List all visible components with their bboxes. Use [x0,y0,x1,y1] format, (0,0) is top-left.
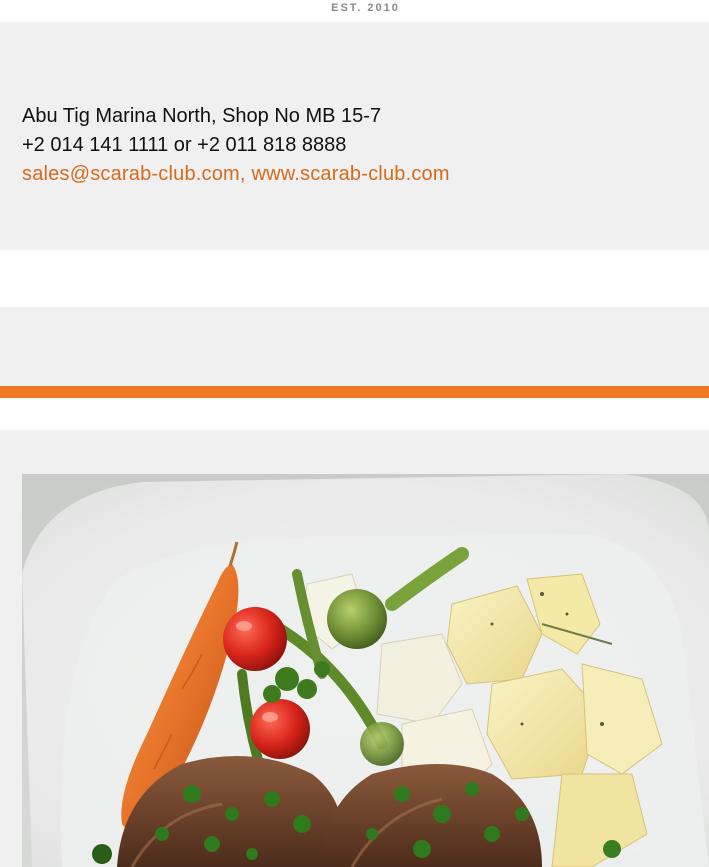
established-label: EST. 2010 [331,2,400,14]
page: EST. 2010 Abu Tig Marina North, Shop No … [0,0,709,867]
address-text: Abu Tig Marina North, Shop No MB 15-7 [22,105,382,127]
food-plate-image [22,474,709,867]
spacer [0,398,709,430]
spacer [0,250,709,307]
phone-text: +2 014 141 1111 or +2 011 818 8888 [22,134,347,156]
photo-panel [0,430,709,867]
contact-panel: Abu Tig Marina North, Shop No MB 15-7 +2… [0,22,709,250]
grey-band [0,307,709,386]
contact-links: sales@scarab-club.com, www.scarab-club.c… [22,160,450,189]
link-separator: , [239,163,252,185]
website-link[interactable]: www.scarab-club.com [251,163,449,185]
food-plate-illustration [22,474,709,867]
logo-strip: EST. 2010 [22,0,709,22]
email-link[interactable]: sales@scarab-club.com [22,163,240,185]
orange-divider [0,386,709,398]
brussels-sprout [327,589,387,649]
contact-block: Abu Tig Marina North, Shop No MB 15-7 +2… [22,102,450,189]
